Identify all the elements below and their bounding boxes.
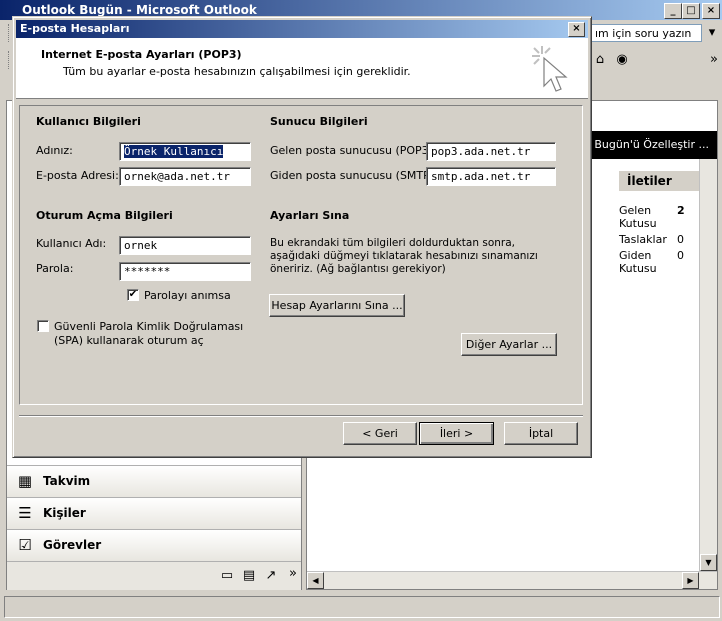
help-search-input[interactable]: ım için soru yazın (590, 24, 702, 42)
notes-icon[interactable]: ▭ (219, 568, 235, 584)
vertical-scrollbar[interactable]: ▼ (699, 159, 717, 571)
username-label: Kullanıcı Adı: (36, 237, 107, 250)
messages-title: İletiler (619, 171, 699, 191)
spa-checkbox[interactable] (37, 320, 49, 332)
scroll-right-button[interactable]: ▶ (682, 572, 699, 589)
button-separator (19, 415, 583, 417)
incoming-server-label: Gelen posta sunucusu (POP3): (270, 144, 437, 157)
horizontal-scrollbar[interactable]: ◀ ▶ (307, 571, 717, 589)
tasks-icon: ☑ (18, 536, 32, 554)
spa-label-line1: Güvenli Parola Kimlik Doğrulaması (54, 320, 244, 333)
nav-contacts-button[interactable]: ☰ Kişiler (7, 497, 301, 529)
username-input[interactable]: ornek (119, 236, 251, 255)
inbox-link[interactable]: Gelen Kutusu (619, 204, 657, 230)
email-accounts-dialog: E-posta Hesapları × Internet E-posta Aya… (12, 16, 592, 458)
dialog-header: Internet E-posta Ayarları (POP3) Tüm bu … (16, 38, 588, 99)
drafts-count: 0 (677, 233, 684, 246)
maximize-button[interactable]: □ (682, 3, 700, 19)
server-info-heading: Sunucu Bilgileri (270, 115, 368, 128)
test-desc-line3: öneririz. (Ağ bağlantısı gerekiyor) (270, 263, 446, 275)
test-desc-line1: Bu ekrandaki tüm bilgileri doldurduktan … (270, 237, 515, 249)
scroll-left-button[interactable]: ◀ (307, 572, 324, 589)
outlook-title: Outlook Bugün - Microsoft Outlook (22, 3, 257, 17)
contacts-icon: ☰ (18, 504, 32, 522)
inbox-count: 2 (677, 204, 685, 217)
home-icon[interactable]: ⌂ (592, 52, 608, 68)
next-button[interactable]: İleri > (419, 422, 494, 445)
calendar-icon: ▦ (17, 472, 33, 490)
name-label: Adınız: (36, 144, 73, 157)
test-desc-line2: aşağıdaki düğmeyi tıklatarak hesabınızı … (270, 250, 538, 262)
user-info-heading: Kullanıcı Bilgileri (36, 115, 141, 128)
customize-today-link[interactable]: Bugün'ü Özelleştir ... (594, 138, 709, 151)
shortcuts-icon[interactable]: ↗ (263, 568, 279, 584)
header-subtitle: Tüm bu ayarlar e-posta hesabınızın çalış… (63, 65, 411, 78)
status-bar (4, 596, 720, 618)
email-label: E-posta Adresi: (36, 169, 119, 182)
header-title: Internet E-posta Ayarları (POP3) (41, 48, 242, 61)
test-settings-heading: Ayarları Sına (270, 209, 350, 222)
outbox-count: 0 (677, 249, 684, 262)
dialog-title: E-posta Hesapları (20, 22, 130, 35)
spa-label-line2: (SPA) kullanarak oturum aç (54, 334, 204, 347)
cancel-button[interactable]: İptal (504, 422, 578, 445)
more-settings-button[interactable]: Diğer Ayarlar ... (461, 333, 557, 356)
back-button[interactable]: < Geri (343, 422, 417, 445)
password-label: Parola: (36, 262, 74, 275)
chevron-down-icon[interactable]: ▾ (704, 25, 720, 41)
toolbar-options-icon[interactable]: » (706, 52, 722, 68)
nav-tasks-button[interactable]: ☑ Görevler (7, 529, 301, 561)
web-search-icon[interactable]: ◉ (614, 52, 630, 68)
remember-password-checkbox[interactable]: ✔ (127, 289, 139, 301)
configure-buttons-icon[interactable]: » (285, 566, 301, 582)
incoming-server-input[interactable]: pop3.ada.net.tr (426, 142, 556, 161)
outgoing-server-input[interactable]: smtp.ada.net.tr (426, 167, 556, 186)
email-input[interactable]: ornek@ada.net.tr (119, 167, 251, 186)
name-input[interactable]: Örnek Kullanıcı (119, 142, 251, 161)
dialog-titlebar: E-posta Hesapları × (16, 20, 588, 38)
outgoing-server-label: Giden posta sunucusu (SMTP): (270, 169, 438, 182)
close-window-button[interactable]: × (702, 3, 720, 19)
outbox-link[interactable]: Giden Kutusu (619, 249, 657, 275)
test-account-settings-button[interactable]: Hesap Ayarlarını Sına ... (269, 294, 405, 317)
logon-info-heading: Oturum Açma Bilgileri (36, 209, 173, 222)
nav-footer: ▭ ▤ ↗ » (7, 561, 301, 590)
dialog-close-button[interactable]: × (568, 22, 585, 37)
remember-password-label: Parolayı anımsa (144, 289, 231, 302)
password-input[interactable]: ******* (119, 262, 251, 281)
scroll-down-button[interactable]: ▼ (700, 554, 717, 571)
wizard-cursor-icon (532, 46, 568, 92)
minimize-button[interactable]: _ (664, 3, 682, 19)
drafts-link[interactable]: Taslaklar (619, 233, 667, 246)
nav-calendar-button[interactable]: ▦ Takvim (7, 465, 301, 497)
folder-icon[interactable]: ▤ (241, 568, 257, 584)
